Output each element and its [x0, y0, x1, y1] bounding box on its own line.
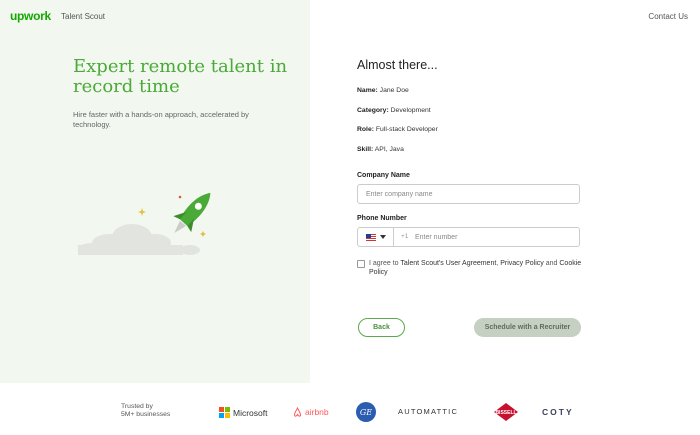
summary-skill: Skill: API, Java [357, 146, 404, 153]
star-icon [138, 208, 146, 216]
hero-tagline: Hire faster with a hands-on approach, ac… [73, 110, 249, 129]
ge-logo: GE [356, 402, 376, 422]
schedule-recruiter-button[interactable]: Schedule with a Recruiter [474, 318, 581, 337]
phone-number-label: Phone Number [357, 215, 407, 222]
automattic-logo: AUTOMATTIC [398, 407, 459, 416]
footer [0, 383, 700, 435]
form-title: Almost there... [357, 58, 438, 72]
privacy-policy-link[interactable]: Privacy Policy [500, 260, 544, 267]
upwork-logo[interactable]: upwork [10, 9, 51, 23]
airbnb-icon [293, 407, 302, 417]
summary-name: Name: Jane Doe [357, 87, 409, 94]
company-name-input[interactable] [357, 184, 580, 204]
cloud-shape [78, 224, 200, 255]
us-flag-icon [365, 233, 376, 241]
microsoft-logo: Microsoft [219, 407, 267, 418]
back-button[interactable]: Back [358, 318, 405, 337]
trusted-by-text: Trusted by 5M+ businesses [121, 403, 171, 418]
svg-text:BISSELL: BISSELL [495, 410, 516, 416]
microsoft-grid-icon [219, 407, 230, 418]
contact-us-link[interactable]: Contact Us [648, 12, 688, 21]
airbnb-logo: airbnb [293, 407, 329, 417]
rocket-illustration [78, 192, 211, 255]
rocket-icon [173, 192, 211, 234]
star-icon [200, 231, 206, 237]
consent-checkbox[interactable] [357, 260, 365, 268]
spark-icon [178, 195, 182, 199]
bissell-logo: BISSELL [494, 403, 518, 421]
summary-role: Role: Full-stack Developer [357, 126, 438, 133]
user-agreement-link[interactable]: Talent Scout's User Agreement [400, 260, 496, 267]
product-name: Talent Scout [61, 12, 106, 21]
country-code-select[interactable] [358, 228, 394, 246]
hero-headline: Expert remote talent in record time [73, 56, 288, 97]
phone-number-field: +1 [357, 227, 580, 247]
caret-down-icon [379, 235, 386, 239]
coty-logo: COTY [542, 407, 574, 417]
dial-code: +1 [401, 233, 409, 240]
consent-text: I agree to Talent Scout's User Agreement… [369, 260, 582, 276]
company-name-label: Company Name [357, 172, 410, 179]
summary-category: Category: Development [357, 107, 431, 114]
phone-number-input[interactable] [415, 228, 575, 246]
